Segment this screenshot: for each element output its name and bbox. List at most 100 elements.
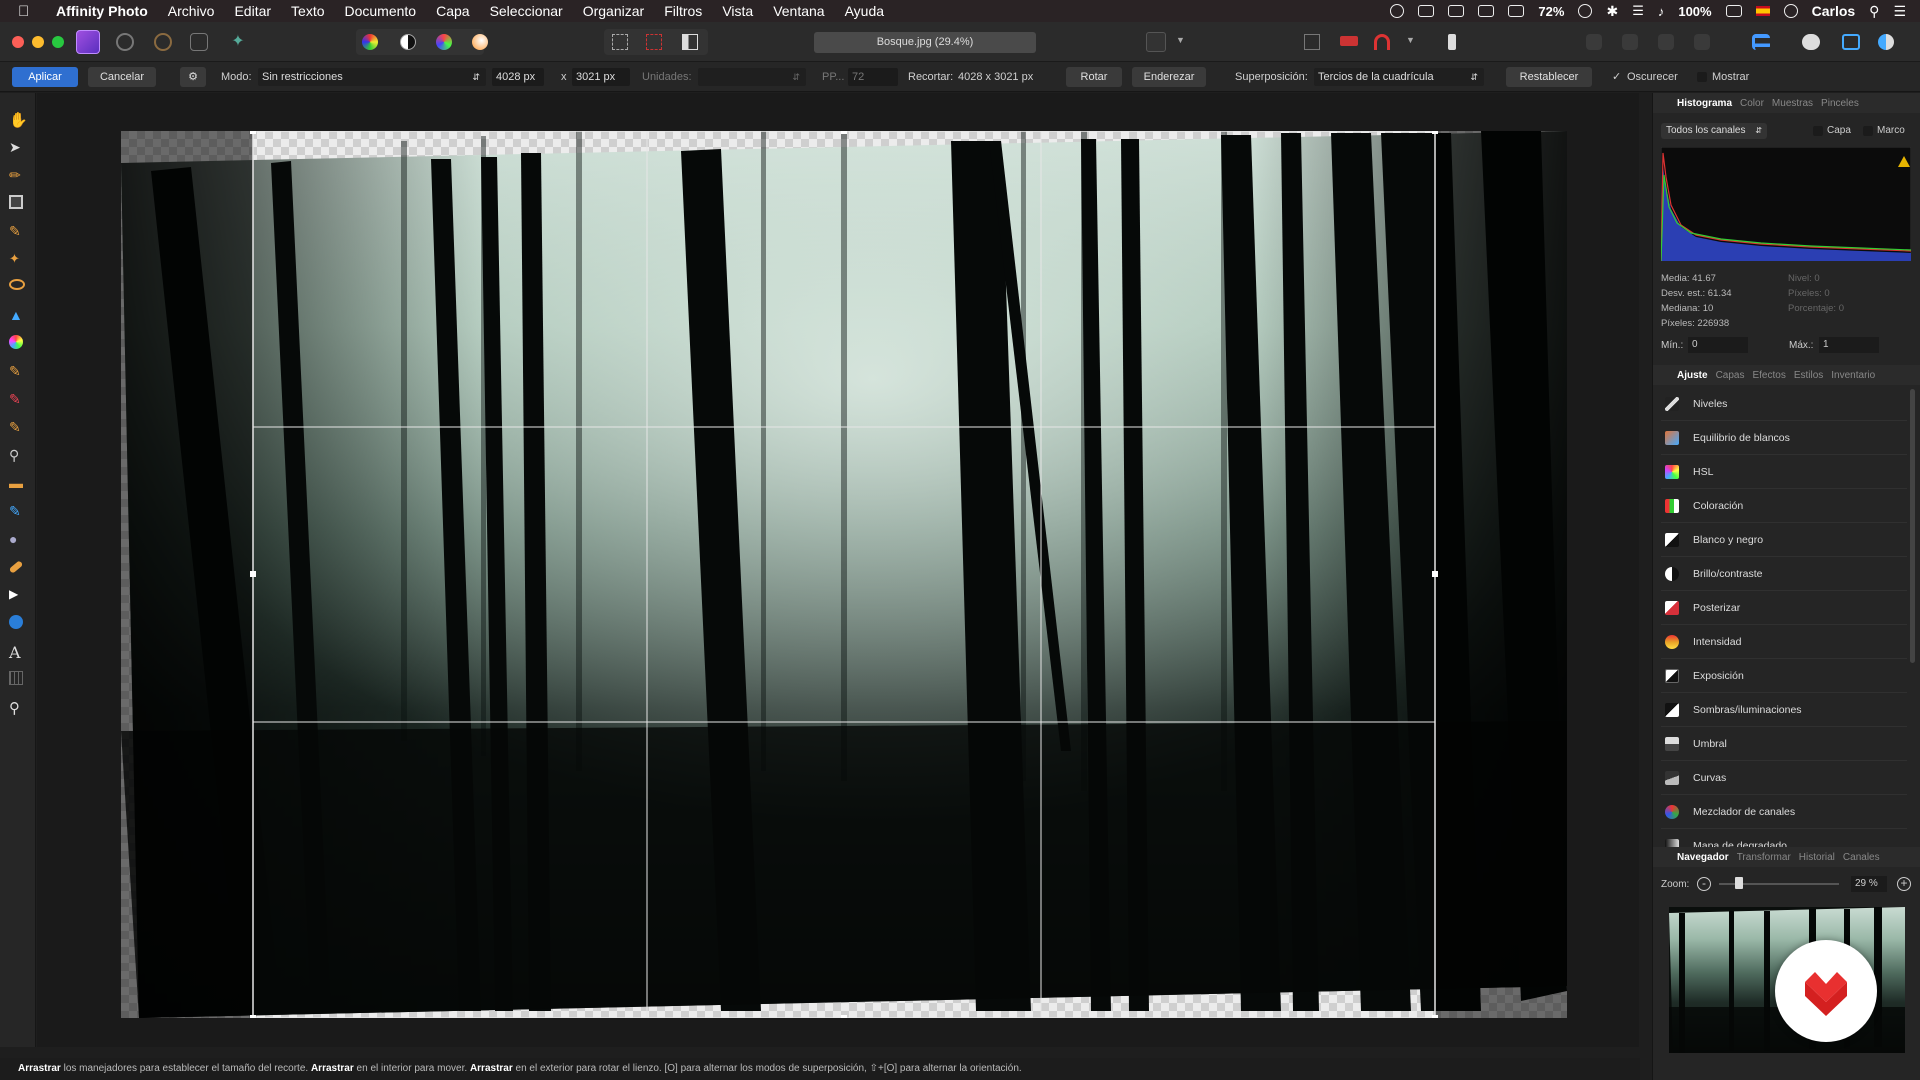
auto-levels-icon[interactable] bbox=[362, 34, 378, 50]
menu-texto[interactable]: Texto bbox=[291, 3, 324, 19]
tab-stock[interactable]: Inventario bbox=[1831, 370, 1875, 381]
bluetooth-icon[interactable]: ✱ bbox=[1606, 3, 1618, 20]
menu-vista[interactable]: Vista bbox=[722, 3, 753, 19]
deselect-icon[interactable] bbox=[646, 34, 662, 50]
tone-mapping-persona-icon[interactable] bbox=[190, 33, 208, 51]
marquee-selection-icon[interactable] bbox=[612, 34, 628, 50]
reset-button[interactable]: Restablecer bbox=[1506, 67, 1592, 87]
adjustment-curves[interactable]: Curvas bbox=[1661, 761, 1907, 795]
tab-brushes[interactable]: Pinceles bbox=[1821, 98, 1859, 109]
units-select[interactable]: ⇵ bbox=[698, 68, 806, 86]
zoom-slider-thumb[interactable] bbox=[1735, 877, 1743, 889]
menu-ventana[interactable]: Ventana bbox=[773, 3, 824, 19]
screen-icon[interactable] bbox=[1418, 5, 1435, 17]
adjustment-black-white[interactable]: Blanco y negro bbox=[1661, 523, 1907, 557]
arrange-forward-icon[interactable] bbox=[1622, 34, 1638, 50]
max-field[interactable]: 1 bbox=[1819, 337, 1879, 353]
text-tool-icon[interactable]: A bbox=[9, 643, 27, 662]
adjustment-brightness-contrast[interactable]: Brillo/contraste bbox=[1661, 557, 1907, 591]
photo-persona-icon[interactable] bbox=[76, 30, 100, 54]
ppi-field[interactable]: 72 bbox=[848, 68, 898, 86]
battery-small-icon[interactable] bbox=[1508, 5, 1525, 17]
arrange-front-icon[interactable] bbox=[1658, 34, 1674, 50]
zoom-window-button[interactable] bbox=[52, 36, 64, 48]
tab-effects[interactable]: Efectos bbox=[1752, 370, 1785, 381]
darken-checkbox-icon[interactable]: ✓ bbox=[1612, 62, 1621, 92]
clock-icon[interactable] bbox=[1783, 4, 1798, 18]
flood-select-tool-icon[interactable]: ✦ bbox=[9, 251, 27, 269]
clone-tool-icon[interactable]: ▬ bbox=[9, 475, 27, 493]
tab-navigator[interactable]: Navegador bbox=[1677, 852, 1729, 863]
show-checkbox[interactable] bbox=[1697, 72, 1707, 82]
liquify-persona-icon[interactable] bbox=[116, 33, 134, 51]
document-tab[interactable]: Bosque.jpg (29.4%) bbox=[814, 32, 1036, 53]
grid-snapping-icon[interactable] bbox=[1304, 34, 1320, 50]
dropbox-icon[interactable] bbox=[1448, 5, 1465, 17]
overlay-select[interactable]: Tercios de la cuadrícula ⇵ bbox=[1314, 68, 1484, 86]
arrange-back-icon[interactable] bbox=[1586, 34, 1602, 50]
time-machine-icon[interactable] bbox=[1578, 4, 1593, 18]
zoom-out-icon[interactable]: - bbox=[1697, 877, 1711, 891]
tab-transform[interactable]: Transformar bbox=[1737, 852, 1791, 863]
tab-channels[interactable]: Canales bbox=[1843, 852, 1880, 863]
selection-brush-tool-icon[interactable]: ✎ bbox=[9, 223, 27, 241]
node-tool-icon[interactable]: ▶ bbox=[9, 587, 27, 605]
auto-white-balance-icon[interactable] bbox=[472, 34, 488, 50]
chat-bubble-icon[interactable] bbox=[1802, 34, 1820, 50]
magnet-snapping-icon[interactable] bbox=[1374, 34, 1390, 50]
crop-width-field[interactable]: 4028 px bbox=[492, 68, 544, 86]
user-name[interactable]: Carlos bbox=[1812, 3, 1856, 19]
document-canvas[interactable] bbox=[121, 131, 1567, 1018]
notification-center-icon[interactable]: ☰ bbox=[1893, 3, 1906, 20]
tab-styles[interactable]: Estilos bbox=[1794, 370, 1823, 381]
dodge-tool-icon[interactable]: ⚲ bbox=[9, 447, 27, 465]
tab-color[interactable]: Color bbox=[1740, 98, 1764, 109]
tab-history[interactable]: Historial bbox=[1799, 852, 1835, 863]
straighten-button[interactable]: Enderezar bbox=[1132, 67, 1206, 87]
quick-mask-icon[interactable] bbox=[1146, 32, 1166, 52]
tab-swatches[interactable]: Muestras bbox=[1772, 98, 1813, 109]
blur-tool-icon[interactable]: ● bbox=[9, 531, 27, 549]
auto-contrast-icon[interactable] bbox=[400, 34, 416, 50]
flood-fill-tool-icon[interactable]: ▲ bbox=[9, 307, 27, 325]
split-view-icon[interactable] bbox=[1878, 34, 1894, 50]
freehand-selection-tool-icon[interactable] bbox=[9, 279, 25, 290]
gradient-tool-icon[interactable] bbox=[9, 335, 23, 349]
adjustments-scrollbar[interactable] bbox=[1910, 389, 1915, 663]
record-icon[interactable] bbox=[1390, 4, 1405, 18]
healing-brush-tool-icon[interactable] bbox=[8, 560, 24, 574]
invert-selection-icon[interactable] bbox=[682, 34, 698, 50]
crop-settings-gear-icon[interactable]: ⚙ bbox=[180, 67, 206, 87]
wifi-icon[interactable]: ☰ bbox=[1632, 3, 1644, 19]
menu-archivo[interactable]: Archivo bbox=[168, 3, 215, 19]
hand-tool-icon[interactable]: ✋ bbox=[9, 111, 28, 129]
adjustment-vibrance[interactable]: Intensidad bbox=[1661, 625, 1907, 659]
channels-select[interactable]: Todos los canales ⇵ bbox=[1661, 123, 1767, 139]
tab-histogram[interactable]: Histograma bbox=[1677, 98, 1732, 109]
adjustment-shadows-highlights[interactable]: Sombras/iluminaciones bbox=[1661, 693, 1907, 727]
color-replacement-tool-icon[interactable]: ✎ bbox=[9, 391, 27, 409]
menu-documento[interactable]: Documento bbox=[345, 3, 417, 19]
layer-checkbox[interactable] bbox=[1813, 126, 1823, 136]
menu-seleccionar[interactable]: Seleccionar bbox=[490, 3, 563, 19]
tab-layers[interactable]: Capas bbox=[1716, 370, 1745, 381]
adjustment-levels[interactable]: Niveles bbox=[1661, 387, 1907, 421]
zoom-tool-icon[interactable]: ⚲ bbox=[9, 699, 27, 717]
align-icon[interactable] bbox=[1752, 34, 1770, 50]
adjustment-recolor[interactable]: Coloración bbox=[1661, 489, 1907, 523]
battery-icon[interactable] bbox=[1725, 5, 1742, 17]
mirror-view-icon[interactable] bbox=[1842, 34, 1860, 50]
cancel-button[interactable]: Cancelar bbox=[88, 67, 156, 87]
adjustment-white-balance[interactable]: Equilibrio de blancos bbox=[1661, 421, 1907, 455]
crop-tool-icon[interactable] bbox=[9, 195, 23, 209]
auto-colors-icon[interactable] bbox=[436, 34, 452, 50]
app-menu[interactable]: Affinity Photo bbox=[56, 3, 148, 19]
erase-brush-tool-icon[interactable]: ✎ bbox=[9, 419, 27, 437]
apply-button[interactable]: Aplicar bbox=[12, 67, 78, 87]
snapping-icon[interactable] bbox=[1340, 36, 1358, 46]
close-window-button[interactable] bbox=[12, 36, 24, 48]
shape-tool-icon[interactable] bbox=[9, 615, 23, 629]
flag-icon[interactable] bbox=[1755, 6, 1770, 16]
mode-select[interactable]: Sin restricciones ⇵ bbox=[258, 68, 486, 86]
crop-height-field[interactable]: 3021 px bbox=[572, 68, 630, 86]
